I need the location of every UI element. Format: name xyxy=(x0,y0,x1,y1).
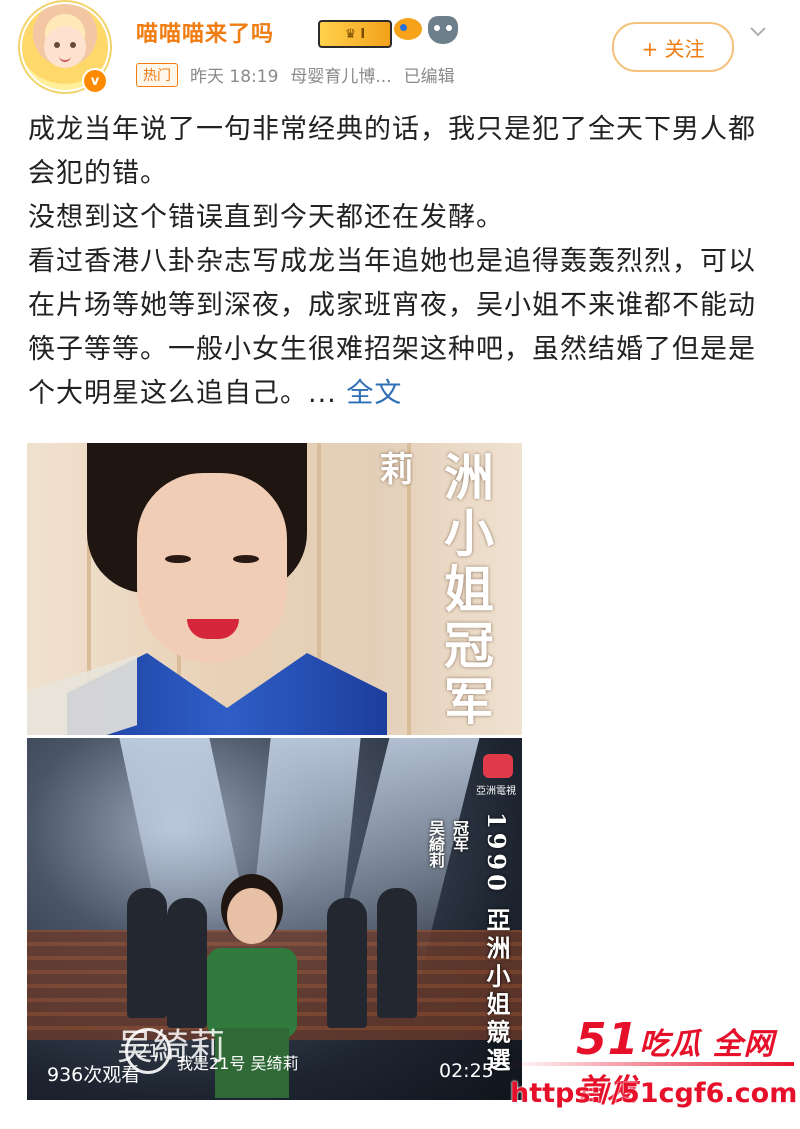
vip-badge-icon: ♛ I xyxy=(318,20,392,48)
tv-channel-logo-icon xyxy=(483,754,513,778)
post-time: 昨天 18:19 xyxy=(190,67,279,87)
verified-badge-icon: v xyxy=(82,68,108,94)
cat-emoji-icon xyxy=(428,16,458,44)
follow-label: + 关注 xyxy=(641,36,705,61)
video-duration: 02:25 xyxy=(439,1060,494,1082)
read-more-link[interactable]: 全文 xyxy=(346,378,402,409)
winner-name: 吴綺莉 xyxy=(426,820,445,868)
watermark-number: 51 xyxy=(576,1014,640,1065)
watermark-url: https://51cgf6.com xyxy=(510,1078,798,1109)
post-source[interactable]: 母婴育儿博... xyxy=(290,62,391,87)
contest-title: 1990 亞洲小姐競選 xyxy=(482,812,511,1076)
post-video-thumbnail[interactable]: 亞洲電視 1990 亞洲小姐競選 冠军 吴綺莉 吴綺莉 21 我是21号 吴绮莉… xyxy=(27,738,522,1100)
image1-vertical-small-text: 莉 xyxy=(373,451,413,485)
post-paragraph-1: 成龙当年说了一句非常经典的话，我只是犯了全天下男人都会犯的错。 xyxy=(28,114,756,189)
subtitle-small: 我是21号 吴绮莉 xyxy=(177,1054,299,1073)
watermark-underline xyxy=(506,1062,794,1066)
post-paragraph-3: 看过香港八卦杂志写成龙当年追她也是追得轰轰烈烈，可以在片场等她等到深夜，成家班宵… xyxy=(28,240,776,416)
winner-label: 冠军 xyxy=(450,820,469,852)
chevron-down-icon[interactable] xyxy=(748,22,768,42)
post-image-portrait[interactable]: 莉 洲小姐冠军 xyxy=(27,443,522,735)
edited-label[interactable]: 已编辑 xyxy=(404,62,455,87)
view-count: 936次观看 xyxy=(47,1064,141,1086)
username[interactable]: 喵喵喵来了吗 xyxy=(136,16,274,48)
post-paragraph-2: 没想到这个错误直到今天都还在发酵。 xyxy=(28,202,504,233)
avatar-face xyxy=(44,26,86,68)
tv-channel-name: 亞洲電視 xyxy=(476,786,516,797)
post-body: 成龙当年说了一句非常经典的话，我只是犯了全天下男人都会犯的错。 没想到这个错误直… xyxy=(28,108,776,416)
image1-vertical-title: 洲小姐冠军 xyxy=(436,451,495,731)
vip-level: I xyxy=(360,26,366,42)
follow-button[interactable]: + 关注 xyxy=(612,22,734,72)
post-meta: 热门 昨天 18:19 母婴育儿博... 已编辑 xyxy=(136,62,455,87)
hot-tag[interactable]: 热门 xyxy=(136,62,178,87)
fish-emoji-icon xyxy=(394,18,422,40)
